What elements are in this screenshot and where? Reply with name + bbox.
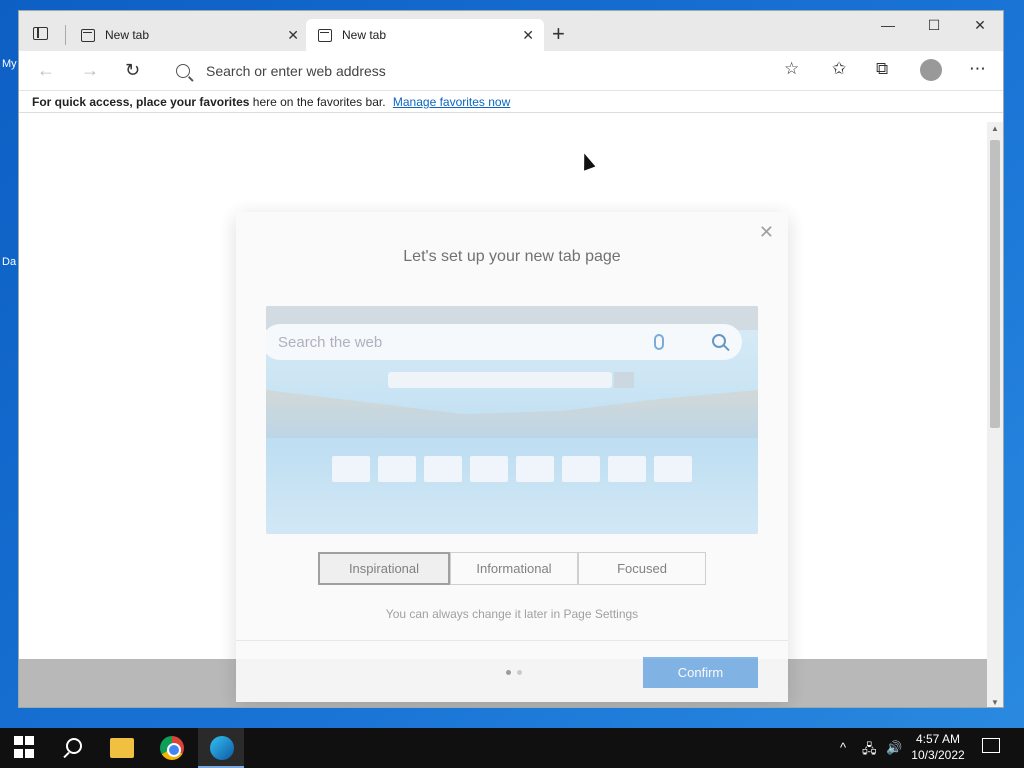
preview-tile bbox=[332, 456, 370, 482]
taskbar: ^ 🖧 🔊 4:57 AM 10/3/2022 bbox=[0, 728, 1024, 768]
scroll-up-arrow[interactable]: ▲ bbox=[991, 124, 999, 133]
favorites-hint-bold: For quick access, place your favorites bbox=[32, 95, 250, 109]
desktop-label-da[interactable]: Da bbox=[2, 256, 16, 268]
layout-preview: Search the web bbox=[266, 306, 758, 534]
toolbar: ← → ↻ Search or enter web address ☆ ✩ ⧉ … bbox=[19, 51, 1003, 91]
settings-note: You can always change it later in Page S… bbox=[385, 607, 639, 621]
preview-tile bbox=[516, 456, 554, 482]
scroll-down-arrow[interactable]: ▼ bbox=[991, 698, 999, 707]
preview-tile bbox=[424, 456, 462, 482]
preview-tile bbox=[378, 456, 416, 482]
page-content: ✕ Let's set up your new tab page Search … bbox=[19, 122, 989, 707]
option-focused[interactable]: Focused bbox=[578, 552, 706, 585]
refresh-button[interactable]: ↻ bbox=[125, 60, 140, 81]
layout-options: Inspirational Informational Focused bbox=[318, 552, 706, 585]
favorites-bar: For quick access, place your favorites h… bbox=[19, 91, 1003, 113]
favorites-hint: here on the favorites bar. bbox=[252, 95, 386, 109]
clock-date: 10/3/2022 bbox=[911, 748, 965, 762]
add-favorite-icon[interactable]: ☆ bbox=[784, 59, 799, 79]
page-dot bbox=[517, 670, 522, 675]
preview-bar bbox=[388, 372, 612, 388]
back-button[interactable]: ← bbox=[37, 60, 55, 81]
option-inspirational[interactable]: Inspirational bbox=[318, 552, 450, 585]
tab-new-tab-1[interactable]: New tab ✕ bbox=[69, 19, 309, 51]
minimize-button[interactable]: — bbox=[865, 17, 911, 33]
close-tab-icon[interactable]: ✕ bbox=[287, 27, 299, 44]
volume-icon[interactable]: 🔊 bbox=[886, 740, 902, 756]
more-menu-icon[interactable]: ⋯ bbox=[969, 59, 986, 79]
search-icon bbox=[712, 334, 726, 348]
tab-separator bbox=[65, 25, 66, 45]
desktop-label-my[interactable]: My bbox=[2, 58, 17, 70]
profile-avatar[interactable] bbox=[920, 59, 942, 81]
clock[interactable]: 4:57 AM 10/3/2022 bbox=[905, 731, 971, 763]
preview-tile bbox=[470, 456, 508, 482]
tab-label: New tab bbox=[105, 28, 150, 42]
preview-tile bbox=[654, 456, 692, 482]
collections-icon[interactable]: ⧉ bbox=[876, 59, 888, 79]
page-indicator bbox=[506, 670, 522, 675]
tab-label: New tab bbox=[342, 28, 387, 42]
forward-button[interactable]: → bbox=[81, 60, 99, 81]
search-icon bbox=[176, 64, 190, 78]
new-tab-page-icon bbox=[81, 28, 95, 42]
tab-bar: New tab ✕ New tab ✕ + — ☐ ✕ bbox=[19, 11, 1003, 51]
file-explorer-icon[interactable] bbox=[110, 738, 134, 758]
dialog-title: Let's set up your new tab page bbox=[403, 248, 621, 265]
address-bar[interactable]: Search or enter web address bbox=[164, 56, 812, 86]
preview-quick-links bbox=[332, 456, 692, 482]
network-icon[interactable]: 🖧 bbox=[862, 740, 877, 762]
tab-new-tab-2[interactable]: New tab ✕ bbox=[306, 19, 544, 51]
edge-taskbar-button[interactable] bbox=[198, 728, 244, 768]
browser-window: New tab ✕ New tab ✕ + — ☐ ✕ ← → ↻ Search… bbox=[18, 10, 1004, 708]
scroll-thumb[interactable] bbox=[990, 140, 1000, 428]
edge-icon bbox=[210, 736, 234, 760]
chrome-icon[interactable] bbox=[160, 736, 184, 760]
tab-actions-icon[interactable] bbox=[33, 27, 48, 40]
new-tab-button[interactable]: + bbox=[552, 21, 565, 47]
dialog-divider bbox=[236, 640, 788, 641]
close-window-button[interactable]: ✕ bbox=[957, 17, 1003, 34]
preview-tile bbox=[608, 456, 646, 482]
close-dialog-icon[interactable]: ✕ bbox=[759, 222, 774, 243]
option-informational[interactable]: Informational bbox=[450, 552, 578, 585]
close-tab-icon[interactable]: ✕ bbox=[522, 27, 534, 44]
preview-bar-end bbox=[614, 372, 634, 388]
chevron-up-icon[interactable]: ^ bbox=[840, 740, 846, 755]
start-button[interactable] bbox=[14, 736, 38, 760]
preview-search-placeholder: Search the web bbox=[278, 333, 383, 351]
preview-tile bbox=[562, 456, 600, 482]
notifications-icon[interactable] bbox=[982, 738, 1000, 753]
mouse-cursor bbox=[578, 151, 596, 171]
preview-search-box: Search the web bbox=[266, 324, 742, 360]
clock-time: 4:57 AM bbox=[915, 732, 961, 746]
favorites-icon[interactable]: ✩ bbox=[832, 59, 846, 79]
microphone-icon bbox=[654, 334, 664, 350]
search-icon[interactable] bbox=[62, 736, 86, 760]
confirm-button[interactable]: Confirm bbox=[643, 657, 758, 688]
maximize-button[interactable]: ☐ bbox=[911, 17, 957, 34]
address-placeholder: Search or enter web address bbox=[206, 63, 386, 79]
vertical-scrollbar[interactable]: ▲ ▼ bbox=[987, 122, 1003, 707]
new-tab-page-icon bbox=[318, 28, 332, 42]
page-dot bbox=[506, 670, 511, 675]
setup-dialog: ✕ Let's set up your new tab page Search … bbox=[236, 212, 788, 702]
manage-favorites-link[interactable]: Manage favorites now bbox=[393, 95, 510, 109]
